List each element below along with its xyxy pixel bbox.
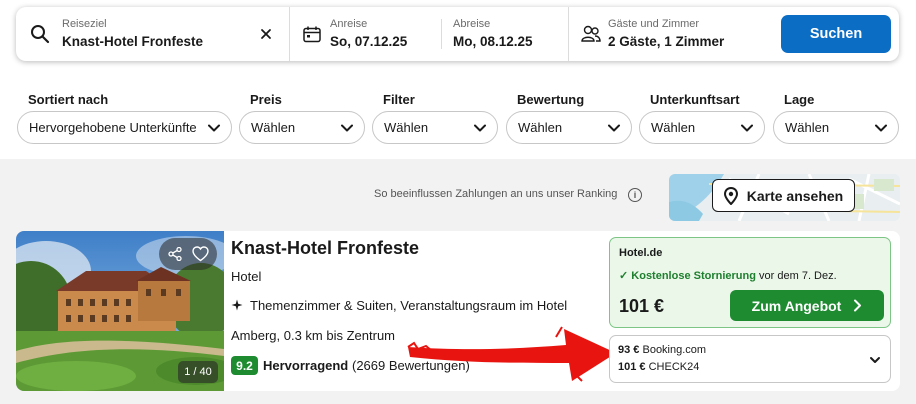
hotel-name[interactable]: Knast-Hotel Fronfeste <box>231 238 419 259</box>
chevron-down-icon[interactable] <box>868 353 882 367</box>
price-filter: Preis Wählen <box>239 92 365 144</box>
cancellation-rest: vor dem 7. Dez. <box>759 270 837 282</box>
sparkle-icon <box>231 299 243 311</box>
price-select[interactable]: Wählen <box>239 111 365 144</box>
filter-value: Hervorgehobene Unterkünfte <box>29 120 197 135</box>
filter-value: Wählen <box>384 120 429 135</box>
sort-filter: Sortiert nach Hervorgehobene Unterkünfte <box>17 92 232 144</box>
checkout-field[interactable]: Abreise Mo, 08.12.25 <box>442 7 568 61</box>
search-icon <box>31 25 50 44</box>
info-icon[interactable]: i <box>628 188 642 202</box>
hotel-features: Themenzimmer & Suiten, Veranstaltungsrau… <box>250 298 568 313</box>
property-type-select[interactable]: Wählen <box>639 111 765 144</box>
property-type-filter: Unterkunftsart Wählen <box>639 92 765 144</box>
view-deal-label: Zum Angebot <box>751 297 842 314</box>
filter-label: Filter <box>383 92 415 107</box>
ranking-note-link[interactable]: So beeinflussen Zahlungen an uns unser R… <box>374 188 617 200</box>
view-deal-button[interactable]: Zum Angebot <box>730 290 884 321</box>
checkout-value: Mo, 08.12.25 <box>453 34 533 49</box>
clear-icon[interactable] <box>260 28 272 40</box>
deal-provider: Hotel.de <box>619 247 663 259</box>
chevron-down-icon <box>208 124 220 131</box>
destination-value: Knast-Hotel Fronfeste <box>62 34 204 49</box>
sort-select[interactable]: Hervorgehobene Unterkünfte <box>17 111 232 144</box>
offer-row: 93 € Booking.com <box>618 344 706 356</box>
rating-select[interactable]: Wählen <box>506 111 632 144</box>
hotel-location: Amberg, 0.3 km bis Zentrum <box>231 328 395 343</box>
chevron-right-icon <box>854 299 862 312</box>
filter-label: Sortiert nach <box>28 92 109 107</box>
offer-row: 101 € CHECK24 <box>618 361 699 373</box>
checkout-caption: Abreise <box>453 18 491 30</box>
rating-score-badge: 9.2 <box>231 356 258 375</box>
hotel-photo[interactable]: 1 / 40 <box>16 231 224 391</box>
deal-cancellation: ✓ Kostenlose Stornierung vor dem 7. Dez. <box>619 269 837 282</box>
map-pin-icon <box>723 186 738 205</box>
share-icon[interactable] <box>168 247 182 261</box>
filter-value: Wählen <box>785 120 830 135</box>
guests-value: 2 Gäste, 1 Zimmer <box>608 34 725 49</box>
guests-field[interactable]: Gäste und Zimmer 2 Gäste, 1 Zimmer <box>569 7 769 61</box>
checkin-field[interactable]: Anreise So, 07.12.25 <box>290 7 440 61</box>
search-header: Reiseziel Knast-Hotel Fronfeste Anreise … <box>0 0 916 74</box>
filter-select[interactable]: Wählen <box>372 111 498 144</box>
destination-caption: Reiseziel <box>62 18 107 30</box>
filter-label: Bewertung <box>517 92 585 107</box>
filter-label: Preis <box>250 92 282 107</box>
checkin-value: So, 07.12.25 <box>330 34 408 49</box>
filter-label: Lage <box>784 92 815 107</box>
destination-field[interactable]: Reiseziel Knast-Hotel Fronfeste <box>16 7 289 61</box>
deal-price: 101 € <box>619 296 665 316</box>
checkin-caption: Anreise <box>330 18 368 30</box>
annotation-arrow <box>407 326 616 382</box>
heart-icon[interactable] <box>192 246 209 262</box>
rating-filter: Bewertung Wählen <box>506 92 632 144</box>
general-filter: Filter Wählen <box>372 92 498 144</box>
offer-price: 93 € <box>618 344 640 356</box>
chevron-down-icon <box>341 124 353 131</box>
location-select[interactable]: Wählen <box>773 111 899 144</box>
photo-actions <box>159 238 217 270</box>
photo-counter: 1 / 40 <box>178 361 218 383</box>
filter-value: Wählen <box>251 120 296 135</box>
map-view-button[interactable]: Karte ansehen <box>712 179 855 212</box>
results-area: So beeinflussen Zahlungen an uns unser R… <box>0 159 916 404</box>
search-button[interactable]: Suchen <box>781 15 891 53</box>
filter-bar: Sortiert nach Hervorgehobene Unterkünfte… <box>0 74 916 159</box>
other-offers-box[interactable]: 93 € Booking.com 101 € CHECK24 <box>609 335 891 383</box>
hotel-card[interactable]: 1 / 40 Knast-Hotel Fronfeste Hotel Theme… <box>16 231 900 391</box>
rating-label: Hervorragend <box>263 358 349 373</box>
chevron-down-icon <box>741 124 753 131</box>
check-icon: ✓ <box>619 270 629 282</box>
filter-value: Wählen <box>518 120 563 135</box>
chevron-down-icon <box>608 124 620 131</box>
guests-caption: Gäste und Zimmer <box>608 18 700 30</box>
calendar-icon <box>303 26 321 43</box>
cancellation-strong: Kostenlose Stornierung <box>631 270 756 282</box>
map-view-label: Karte ansehen <box>746 187 844 204</box>
filter-label: Unterkunftsart <box>650 92 740 107</box>
chevron-down-icon <box>474 124 486 131</box>
offer-price: 101 € <box>618 361 646 373</box>
filter-value: Wählen <box>651 120 696 135</box>
location-filter: Lage Wählen <box>773 92 899 144</box>
chevron-down-icon <box>875 124 887 131</box>
offer-provider: Booking.com <box>642 344 707 356</box>
search-bar: Reiseziel Knast-Hotel Fronfeste Anreise … <box>16 7 899 61</box>
hotel-type: Hotel <box>231 269 262 284</box>
best-deal-box[interactable]: Hotel.de ✓ Kostenlose Stornierung vor de… <box>609 237 891 328</box>
guests-icon <box>581 25 601 42</box>
offer-provider: CHECK24 <box>648 361 700 373</box>
